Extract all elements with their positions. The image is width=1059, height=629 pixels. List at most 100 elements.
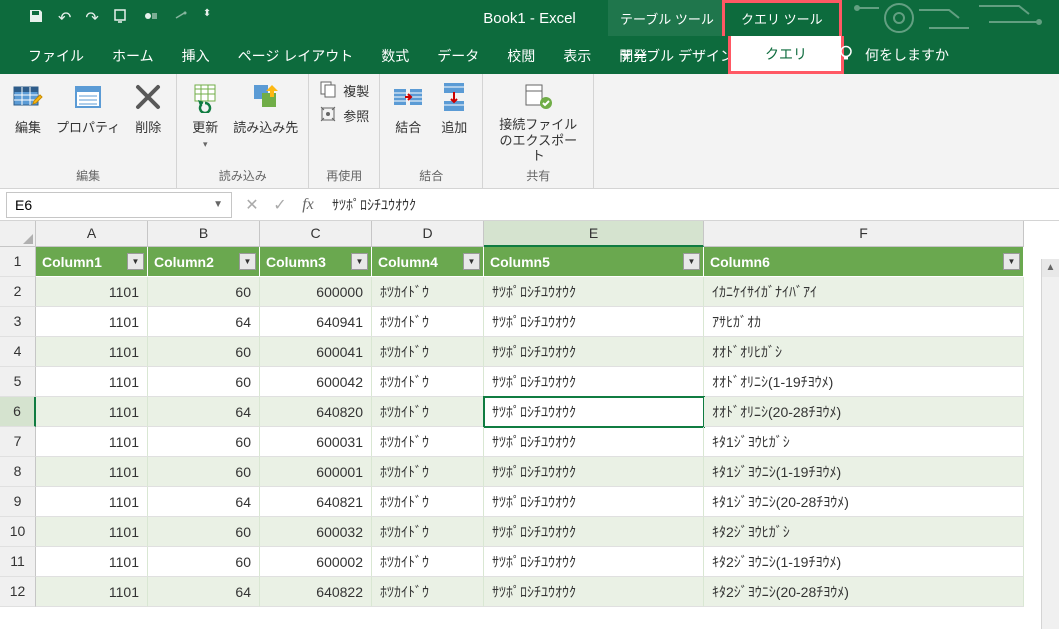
cell-B2[interactable]: 60 [148, 277, 260, 307]
row-header-2[interactable]: 2 [0, 277, 36, 307]
cell-B4[interactable]: 60 [148, 337, 260, 367]
cell-A5[interactable]: 1101 [36, 367, 148, 397]
quick-access-more-icon[interactable] [173, 8, 189, 29]
cell-B8[interactable]: 60 [148, 457, 260, 487]
context-tab-table-tools[interactable]: テーブル ツール [608, 0, 726, 36]
tab-view[interactable]: 表示 [549, 38, 605, 74]
cell-B6[interactable]: 64 [148, 397, 260, 427]
cell-C6[interactable]: 640820 [260, 397, 372, 427]
chevron-down-icon[interactable]: ▼ [213, 199, 223, 210]
cell-E10[interactable]: ｻﾂﾎﾟﾛｼﾁﾕｳｵｳｸ [484, 517, 704, 547]
cell-E11[interactable]: ｻﾂﾎﾟﾛｼﾁﾕｳｵｳｸ [484, 547, 704, 577]
edit-button[interactable]: 編集 [10, 80, 46, 136]
properties-button[interactable]: プロパティ [56, 80, 120, 136]
delete-button[interactable]: 削除 [130, 80, 166, 136]
filter-dropdown-icon[interactable]: ▼ [1003, 253, 1020, 270]
cell-C2[interactable]: 600000 [260, 277, 372, 307]
select-all-corner[interactable] [0, 221, 36, 247]
tab-review[interactable]: 校閲 [493, 38, 549, 74]
row-header-3[interactable]: 3 [0, 307, 36, 337]
cancel-formula-icon[interactable]: ✕ [238, 195, 266, 215]
redo-icon[interactable]: ↷ [85, 8, 98, 29]
enter-formula-icon[interactable]: ✓ [266, 195, 294, 215]
cell-A8[interactable]: 1101 [36, 457, 148, 487]
tab-table-design[interactable]: テーブル デザイン [605, 38, 748, 74]
tab-file[interactable]: ファイル [14, 38, 98, 74]
cell-F7[interactable]: ｷﾀ1ｼﾞﾖｳﾋｶﾞｼ [704, 427, 1024, 457]
cell-D5[interactable]: ﾎﾂｶｲﾄﾞｳ [372, 367, 484, 397]
filter-dropdown-icon[interactable]: ▼ [351, 253, 368, 270]
cell-C4[interactable]: 600041 [260, 337, 372, 367]
cell-A2[interactable]: 1101 [36, 277, 148, 307]
cell-E2[interactable]: ｻﾂﾎﾟﾛｼﾁﾕｳｵｳｸ [484, 277, 704, 307]
tell-me-bulb-icon[interactable] [837, 44, 855, 67]
cell-C3[interactable]: 640941 [260, 307, 372, 337]
column-header-F[interactable]: F [704, 221, 1024, 247]
cell-F8[interactable]: ｷﾀ1ｼﾞﾖｳﾆｼ(1-19ﾁﾖｳﾒ) [704, 457, 1024, 487]
tab-home[interactable]: ホーム [98, 38, 168, 74]
column-header-C[interactable]: C [260, 221, 372, 247]
cell-D7[interactable]: ﾎﾂｶｲﾄﾞｳ [372, 427, 484, 457]
cell-B12[interactable]: 64 [148, 577, 260, 607]
cell-A3[interactable]: 1101 [36, 307, 148, 337]
cell-C10[interactable]: 600032 [260, 517, 372, 547]
cell-F6[interactable]: ｵｵﾄﾞｵﾘﾆｼ(20-28ﾁﾖｳﾒ) [704, 397, 1024, 427]
row-header-5[interactable]: 5 [0, 367, 36, 397]
row-header-8[interactable]: 8 [0, 457, 36, 487]
table-header-5[interactable]: Column5▼ [484, 247, 704, 277]
cell-A9[interactable]: 1101 [36, 487, 148, 517]
tab-query[interactable]: クエリ [728, 36, 844, 74]
cell-A6[interactable]: 1101 [36, 397, 148, 427]
cell-A10[interactable]: 1101 [36, 517, 148, 547]
duplicate-button[interactable]: 複製 [319, 80, 369, 101]
cell-E8[interactable]: ｻﾂﾎﾟﾛｼﾁﾕｳｵｳｸ [484, 457, 704, 487]
cell-E4[interactable]: ｻﾂﾎﾟﾛｼﾁﾕｳｵｳｸ [484, 337, 704, 367]
name-box[interactable]: E6 ▼ [6, 192, 232, 218]
row-header-6[interactable]: 6 [0, 397, 36, 427]
cell-E5[interactable]: ｻﾂﾎﾟﾛｼﾁﾕｳｵｳｸ [484, 367, 704, 397]
table-header-2[interactable]: Column2▼ [148, 247, 260, 277]
filter-dropdown-icon[interactable]: ▼ [683, 253, 700, 270]
row-header-4[interactable]: 4 [0, 337, 36, 367]
cell-A4[interactable]: 1101 [36, 337, 148, 367]
cell-A11[interactable]: 1101 [36, 547, 148, 577]
column-header-D[interactable]: D [372, 221, 484, 247]
context-tab-query-tools[interactable]: クエリ ツール [722, 0, 842, 36]
cell-D2[interactable]: ﾎﾂｶｲﾄﾞｳ [372, 277, 484, 307]
save-icon[interactable] [28, 8, 44, 29]
tab-page-layout[interactable]: ページ レイアウト [224, 38, 368, 74]
cell-D12[interactable]: ﾎﾂｶｲﾄﾞｳ [372, 577, 484, 607]
filter-dropdown-icon[interactable]: ▼ [239, 253, 256, 270]
filter-dropdown-icon[interactable]: ▼ [127, 253, 144, 270]
cell-F11[interactable]: ｷﾀ2ｼﾞﾖｳﾆｼ(1-19ﾁﾖｳﾒ) [704, 547, 1024, 577]
cell-F4[interactable]: ｵｵﾄﾞｵﾘﾋｶﾞｼ [704, 337, 1024, 367]
table-header-1[interactable]: Column1▼ [36, 247, 148, 277]
tab-insert[interactable]: 挿入 [168, 38, 224, 74]
cell-C8[interactable]: 600001 [260, 457, 372, 487]
load-to-button[interactable]: 読み込み先 [233, 80, 298, 136]
cell-C11[interactable]: 600002 [260, 547, 372, 577]
scroll-up-icon[interactable]: ▲ [1042, 259, 1059, 277]
cell-B5[interactable]: 60 [148, 367, 260, 397]
cell-D4[interactable]: ﾎﾂｶｲﾄﾞｳ [372, 337, 484, 367]
row-header-1[interactable]: 1 [0, 247, 36, 277]
cell-B9[interactable]: 64 [148, 487, 260, 517]
cell-B7[interactable]: 60 [148, 427, 260, 457]
insert-function-icon[interactable]: fx [294, 196, 322, 214]
touch-mode-icon[interactable] [143, 8, 159, 29]
cell-E7[interactable]: ｻﾂﾎﾟﾛｼﾁﾕｳｵｳｸ [484, 427, 704, 457]
cell-D10[interactable]: ﾎﾂｶｲﾄﾞｳ [372, 517, 484, 547]
cell-F9[interactable]: ｷﾀ1ｼﾞﾖｳﾆｼ(20-28ﾁﾖｳﾒ) [704, 487, 1024, 517]
cell-A7[interactable]: 1101 [36, 427, 148, 457]
cell-E9[interactable]: ｻﾂﾎﾟﾛｼﾁﾕｳｵｳｸ [484, 487, 704, 517]
row-header-7[interactable]: 7 [0, 427, 36, 457]
reference-button[interactable]: 参照 [319, 105, 369, 126]
cell-B10[interactable]: 60 [148, 517, 260, 547]
row-header-12[interactable]: 12 [0, 577, 36, 607]
cell-D9[interactable]: ﾎﾂｶｲﾄﾞｳ [372, 487, 484, 517]
cell-C9[interactable]: 640821 [260, 487, 372, 517]
table-header-6[interactable]: Column6▼ [704, 247, 1024, 277]
column-header-E[interactable]: E [484, 221, 704, 247]
table-header-3[interactable]: Column3▼ [260, 247, 372, 277]
undo-icon[interactable]: ↶ [58, 8, 71, 29]
